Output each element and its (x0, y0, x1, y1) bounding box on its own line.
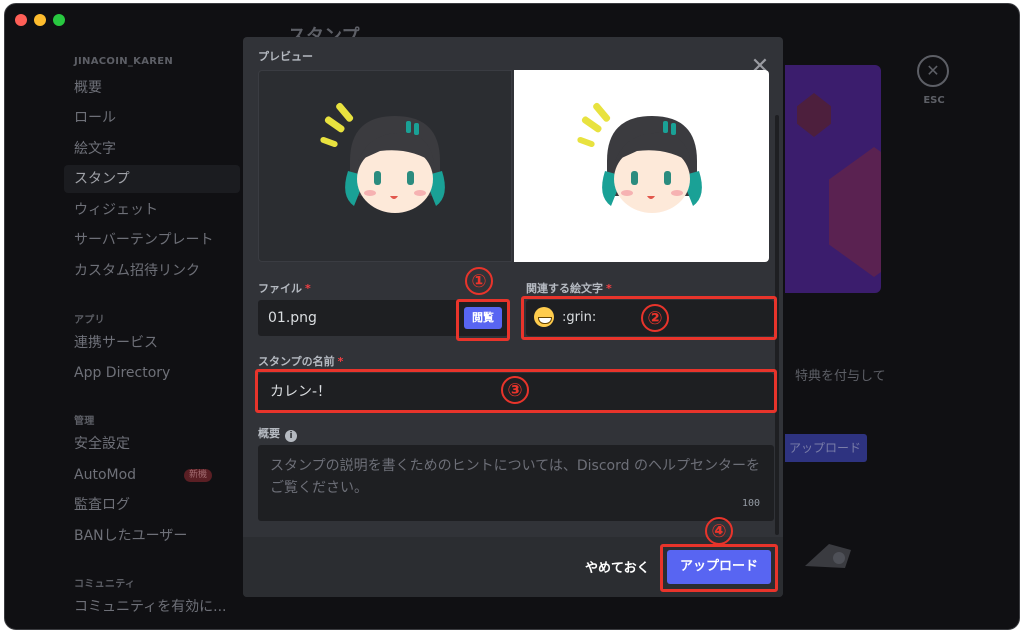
community-header: コミュニティ (74, 579, 136, 590)
info-icon[interactable]: i (285, 430, 297, 442)
boost-gem-illustration (829, 147, 881, 277)
annotation-number-2: ② (641, 304, 669, 332)
moderation-header: 管理 (74, 416, 95, 427)
sidebar-item-app-directory[interactable]: App Directory (64, 359, 240, 387)
cancel-button[interactable]: やめておく (585, 557, 650, 576)
sticker-character-image-light (576, 102, 702, 213)
settings-sidebar: JINACOIN_KAREN 概要 ロール 絵文字 スタンプ ウィジェット サー… (5, 4, 241, 629)
file-label: ファイル * (258, 280, 311, 296)
sticker-name-label: スタンプの名前 * (258, 353, 343, 369)
description-label: 概要 i (258, 425, 297, 442)
preview-light-theme (514, 70, 769, 262)
sidebar-item-stickers[interactable]: スタンプ (64, 165, 240, 193)
sidebar-item-vanity-url[interactable]: カスタム招待リンク (64, 257, 240, 285)
gem-icon (797, 93, 831, 137)
sticker-placeholder-illustration (805, 544, 851, 568)
related-emoji-label: 関連する絵文字 * (526, 280, 612, 296)
sidebar-item-integrations[interactable]: 連携サービス (64, 329, 240, 357)
sidebar-item-server-template[interactable]: サーバーテンプレート (64, 226, 240, 254)
required-marker: * (337, 355, 344, 368)
sidebar-item-audit-log[interactable]: 監査ログ (64, 491, 240, 519)
description-placeholder: スタンプの説明を書くためのヒントについては、Discord のヘルプセンターをご… (270, 458, 760, 496)
character-counter: 100 (741, 498, 760, 509)
esc-label: ESC (923, 95, 945, 106)
server-name-header: JINACOIN_KAREN (74, 56, 174, 67)
file-label-text: ファイル (258, 282, 302, 295)
annotation-box-upload (660, 544, 778, 592)
required-marker: * (305, 282, 311, 295)
new-badge: 新機 (184, 468, 213, 482)
sticker-character-image (320, 102, 445, 213)
sidebar-item-enable-community[interactable]: コミュニティを有効に... (64, 593, 240, 621)
annotation-number-3: ③ (501, 376, 529, 404)
annotation-number-1: ① (465, 267, 493, 295)
close-icon[interactable]: ✕ (917, 55, 949, 87)
sticker-name-label-text: スタンプの名前 (258, 355, 335, 368)
sidebar-item-automod[interactable]: AutoMod 新機 (64, 461, 240, 489)
automod-label: AutoMod (74, 467, 137, 483)
background-upload-button[interactable]: アップロード (785, 434, 867, 462)
description-label-text: 概要 (258, 427, 280, 440)
app-window: JINACOIN_KAREN 概要 ロール 絵文字 スタンプ ウィジェット サー… (4, 3, 1020, 630)
sidebar-item-widget[interactable]: ウィジェット (64, 196, 240, 224)
sidebar-item-bans[interactable]: BANしたユーザー (64, 522, 240, 550)
sidebar-item-safety[interactable]: 安全設定 (64, 430, 240, 458)
required-marker: * (606, 282, 612, 295)
related-emoji-label-text: 関連する絵文字 (526, 282, 603, 295)
preview-dark-theme (258, 70, 512, 262)
description-textarea[interactable]: スタンプの説明を書くためのヒントについては、Discord のヘルプセンターをご… (258, 445, 774, 521)
apps-header: アプリ (74, 315, 105, 326)
annotation-box-browse (456, 299, 510, 341)
sidebar-item-emoji[interactable]: 絵文字 (64, 135, 240, 163)
boost-banner-image (785, 65, 881, 293)
sidebar-item-roles[interactable]: ロール (64, 104, 240, 132)
boost-perk-text: 特典を付与して (795, 369, 886, 384)
esc-close[interactable]: ✕ ESC (917, 55, 951, 106)
sidebar-item-overview[interactable]: 概要 (64, 74, 240, 102)
annotation-number-4: ④ (705, 517, 733, 545)
preview-label: プレビュー (258, 50, 313, 63)
